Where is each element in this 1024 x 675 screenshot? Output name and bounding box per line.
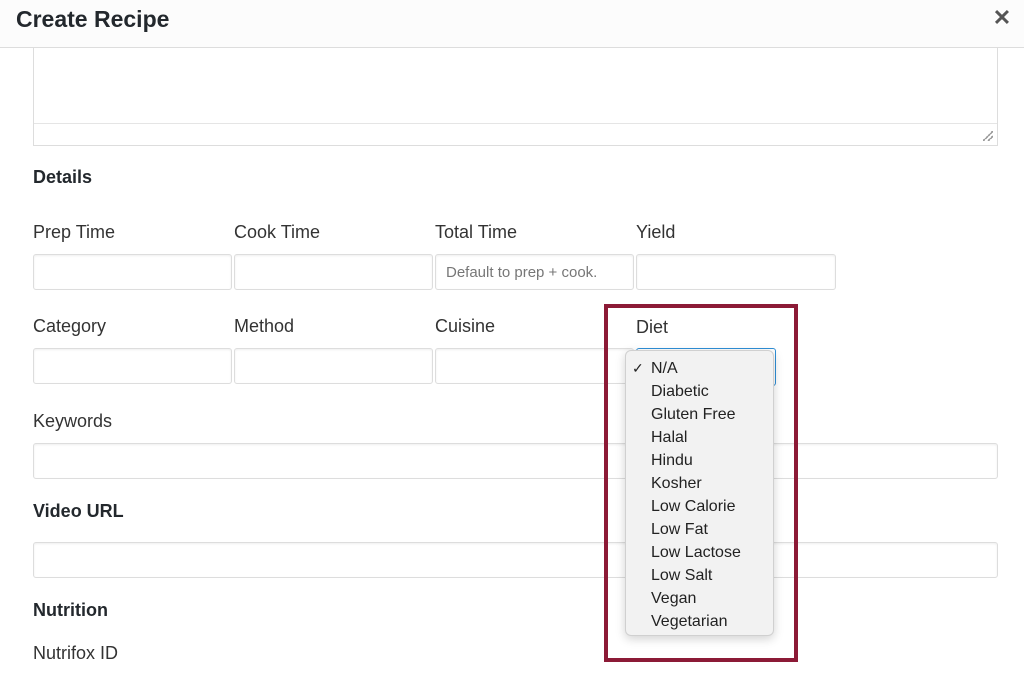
- diet-option[interactable]: Kosher: [651, 472, 702, 495]
- diet-option[interactable]: Diabetic: [651, 380, 709, 403]
- description-textarea[interactable]: [33, 48, 998, 146]
- cuisine-label: Cuisine: [435, 316, 496, 336]
- keywords-input[interactable]: [33, 443, 998, 479]
- diet-option[interactable]: Vegetarian: [651, 610, 728, 633]
- total-time-label: Total Time: [435, 222, 518, 242]
- diet-option[interactable]: Vegan: [651, 587, 696, 610]
- textarea-status-bar: [34, 123, 997, 145]
- total-time-input[interactable]: [435, 254, 634, 290]
- yield-input[interactable]: [636, 254, 836, 290]
- keywords-label: Keywords: [33, 411, 113, 431]
- diet-option[interactable]: Low Salt: [651, 564, 712, 587]
- diet-dropdown-menu: ✓ N/A Diabetic Gluten Free Halal Hindu K…: [625, 350, 774, 636]
- nutrifox-id-label: Nutrifox ID: [33, 643, 119, 663]
- dialog-title: Create Recipe: [16, 6, 170, 32]
- diet-option[interactable]: Gluten Free: [651, 403, 735, 426]
- resize-handle-icon[interactable]: [983, 131, 993, 141]
- category-input[interactable]: [33, 348, 232, 384]
- diet-option[interactable]: Halal: [651, 426, 687, 449]
- dialog-header: Create Recipe ✕: [0, 0, 1024, 48]
- diet-option[interactable]: Hindu: [651, 449, 693, 472]
- cook-time-input[interactable]: [234, 254, 433, 290]
- prep-time-input[interactable]: [33, 254, 232, 290]
- video-url-heading: Video URL: [33, 501, 124, 521]
- yield-label: Yield: [636, 222, 676, 242]
- diet-option[interactable]: Low Lactose: [651, 541, 741, 564]
- nutrition-heading: Nutrition: [33, 600, 108, 620]
- details-heading: Details: [33, 167, 93, 187]
- diet-option[interactable]: Low Fat: [651, 518, 708, 541]
- method-input[interactable]: [234, 348, 433, 384]
- video-url-input[interactable]: [33, 542, 998, 578]
- checkmark-icon: ✓: [632, 360, 644, 376]
- diet-option[interactable]: N/A: [651, 357, 678, 380]
- method-label: Method: [234, 316, 295, 336]
- close-icon[interactable]: ✕: [990, 6, 1014, 30]
- cook-time-label: Cook Time: [234, 222, 321, 242]
- category-label: Category: [33, 316, 107, 336]
- prep-time-label: Prep Time: [33, 222, 116, 242]
- diet-option[interactable]: Low Calorie: [651, 495, 735, 518]
